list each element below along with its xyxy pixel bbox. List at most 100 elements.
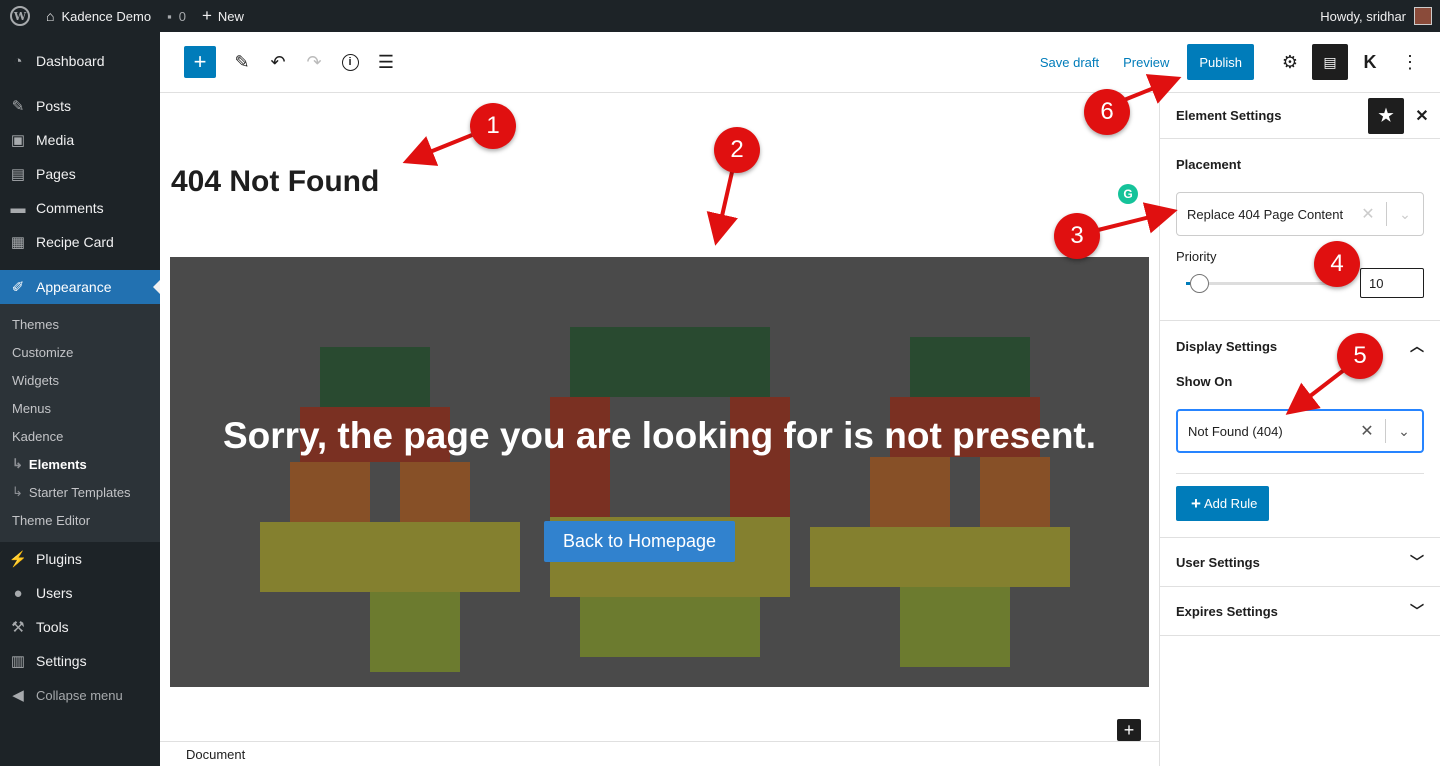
clear-icon[interactable]: ✕ [1349,421,1385,441]
pages-icon: ▤ [10,166,26,183]
chevron-down-icon[interactable]: ⌄ [1387,206,1423,223]
annotation-badge-2: 2 [714,127,760,173]
priority-number-input[interactable]: 10 [1360,268,1424,298]
pencil-icon: ✎ [234,51,250,72]
publish-button[interactable]: Publish [1187,44,1254,80]
pin-panel-button[interactable]: ★ [1368,97,1404,134]
tools-button[interactable]: ✎ [226,46,258,78]
recipe-icon: ▦ [10,234,26,251]
comments-link[interactable]: ▪ 0 [159,0,194,32]
sidebar-item-label: Appearance [36,279,112,295]
element-panel-icon: ▤ [1323,53,1337,70]
sidebar-item-tools[interactable]: ⚒ Tools [0,610,160,644]
submenu-item-label: Kadence [12,428,64,444]
sidebar-item-label: Posts [36,98,72,114]
add-block-button[interactable]: + [1117,719,1141,741]
chevron-down-icon[interactable]: ⌄ [1386,423,1422,440]
editor-canvas: 404 Not Found G Sorry, the page you are … [160,93,1159,741]
wordpress-logo-icon[interactable]: W [0,0,38,32]
preview-button[interactable]: Preview [1111,55,1181,70]
sidebar-item-label: Dashboard [36,53,105,69]
annotation-badge-6: 6 [1084,89,1130,135]
details-button[interactable]: i [334,46,366,78]
submenu-item-label: Starter Templates [28,484,131,500]
hero-cover-block[interactable]: Sorry, the page you are looking for is n… [170,257,1149,687]
slider-thumb[interactable] [1190,273,1209,293]
appearance-submenu: Themes Customize Widgets Menus Kadence ↳… [0,304,160,542]
back-to-homepage-button[interactable]: Back to Homepage [544,521,735,562]
home-icon: ⌂ [46,8,55,24]
clear-icon[interactable]: ✕ [1350,204,1386,224]
submenu-item-elements[interactable]: ↳ Elements [0,450,160,478]
more-options-button[interactable]: ⋮ [1392,44,1428,80]
annotation-badge-5: 5 [1337,333,1383,379]
kadence-button[interactable]: K [1352,44,1388,80]
greeting: Howdy, sridhar [1320,8,1406,24]
submenu-item-starter-templates[interactable]: ↳ Starter Templates [0,478,160,506]
submenu-item-label: Customize [12,344,74,360]
account-menu[interactable]: Howdy, sridhar [1320,7,1440,25]
save-draft-button[interactable]: Save draft [1028,55,1111,70]
editor-footer: Document [160,741,1159,766]
hero-overlay [170,257,1149,687]
redo-button[interactable]: ↷ [298,46,330,78]
placement-select[interactable]: Replace 404 Page Content ✕ ⌄ [1176,192,1424,236]
display-settings-toggle[interactable]: Display Settings ︿ [1160,321,1440,371]
sidebar-item-label: Settings [36,653,87,669]
plug-icon: ⚡ [8,551,28,568]
sidebar-item-recipe-card[interactable]: ▦ Recipe Card [0,225,160,259]
sidebar-item-appearance[interactable]: ✐ Appearance [0,270,160,304]
breadcrumb[interactable]: Document [186,747,245,762]
collapse-menu-label: Collapse menu [36,687,123,703]
submenu-item-themes[interactable]: Themes [0,310,160,338]
settings-gear-button[interactable]: ⚙ [1272,44,1308,80]
show-on-value: Not Found (404) [1188,423,1283,439]
user-settings-title: User Settings [1176,554,1260,570]
avatar [1414,7,1432,25]
add-rule-button[interactable]: + Add Rule [1176,486,1270,521]
list-view-icon: ☰ [377,51,395,72]
close-panel-button[interactable]: ✕ [1404,98,1440,134]
placement-value: Replace 404 Page Content [1187,206,1344,222]
panel-header: Element Settings ★ ✕ [1160,93,1440,139]
expires-settings-toggle[interactable]: Expires Settings ﹀ [1160,587,1440,636]
hero-heading[interactable]: Sorry, the page you are looking for is n… [170,415,1149,457]
sidebar-item-pages[interactable]: ▤ Pages [0,157,160,191]
sidebar-item-dashboard[interactable]: ◔ Dashboard [0,44,160,78]
collapse-menu-button[interactable]: ◀ Collapse menu [0,678,160,712]
sidebar-item-media[interactable]: ▣ Media [0,123,160,157]
page-title[interactable]: 404 Not Found [171,165,379,199]
submenu-item-widgets[interactable]: Widgets [0,366,160,394]
sidebar-item-label: Plugins [36,551,82,567]
placement-label: Placement [1176,157,1242,172]
new-content-link[interactable]: + New [194,0,252,32]
sidebar-item-label: Tools [36,619,69,635]
submenu-item-menus[interactable]: Menus [0,394,160,422]
sidebar-item-settings[interactable]: ▥ Settings [0,644,160,678]
user-settings-toggle[interactable]: User Settings ﹀ [1160,538,1440,587]
undo-button[interactable]: ↶ [262,46,294,78]
sidebar-item-comments[interactable]: ▬ Comments [0,191,160,225]
comment-bubble-icon: ▪ [167,8,172,24]
comment-icon: ▬ [10,199,26,217]
submenu-item-kadence[interactable]: Kadence [0,422,160,450]
list-view-button[interactable]: ☰ [370,46,402,78]
star-icon: ★ [1378,105,1394,125]
sidebar-item-plugins[interactable]: ⚡ Plugins [0,542,160,576]
dashboard-icon: ◔ [13,52,23,70]
sidebar-item-users[interactable]: ● Users [0,576,160,610]
show-on-select[interactable]: Not Found (404) ✕ ⌄ [1176,409,1424,453]
close-icon: ✕ [1415,107,1429,125]
sidebar-item-label: Users [36,585,73,601]
expires-settings-title: Expires Settings [1176,603,1278,619]
submenu-item-customize[interactable]: Customize [0,338,160,366]
sidebar-item-posts[interactable]: ✎ Posts [0,89,160,123]
priority-slider[interactable] [1186,273,1342,293]
block-inserter-button[interactable]: + [184,46,216,78]
submenu-item-theme-editor[interactable]: Theme Editor [0,506,160,534]
chevron-down-icon: ﹀ [1410,554,1424,570]
element-settings-panel: Element Settings ★ ✕ Placement Replace 4… [1159,93,1440,766]
element-settings-button[interactable]: ▤ [1312,44,1348,80]
grammarly-icon[interactable]: G [1118,184,1138,204]
site-name-link[interactable]: ⌂ Kadence Demo [38,0,159,32]
